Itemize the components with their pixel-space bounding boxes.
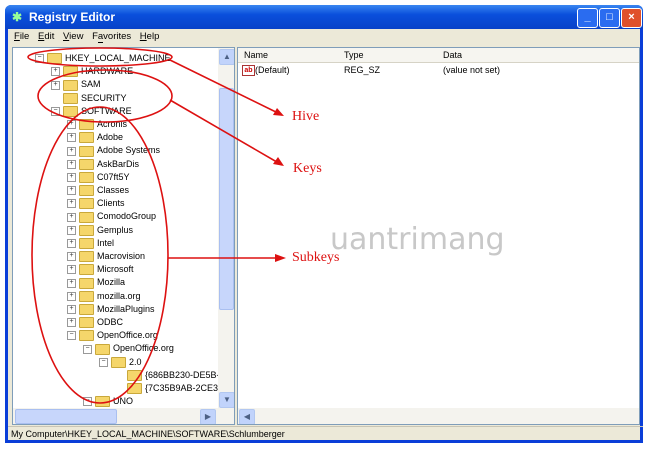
subkeys-arrowhead [275, 254, 286, 262]
hive-label: Hive [292, 109, 320, 124]
subkeys-label: Subkeys [292, 250, 340, 265]
hive-ellipse [27, 47, 173, 67]
keys-ellipse [37, 69, 173, 123]
annotation-overlay [27, 47, 286, 404]
hive-arrow [169, 59, 283, 116]
keys-label: Keys [293, 161, 322, 176]
keys-arrow [169, 99, 283, 166]
subkeys-ellipse [31, 106, 169, 404]
